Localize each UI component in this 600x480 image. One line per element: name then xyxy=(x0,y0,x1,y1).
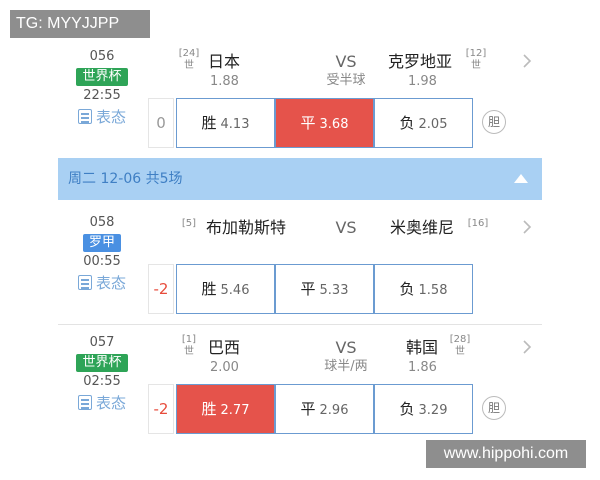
bet-win-button[interactable]: 胜 2.77 xyxy=(176,384,275,434)
league-badge: 世界杯 xyxy=(76,68,128,86)
away-rank: [12] 世 xyxy=(465,48,487,71)
away-rank: [28] 世 xyxy=(449,334,471,357)
teams-row: [5] 布加勒斯特 VS 米奥维尼 [16] xyxy=(176,210,542,260)
document-icon xyxy=(77,275,92,290)
biaotai-button[interactable]: 表态 xyxy=(68,106,136,128)
bet-lose-button[interactable]: 负 3.29 xyxy=(374,384,473,434)
away-team-odds: 1.86 xyxy=(408,360,437,375)
chevron-right-icon[interactable] xyxy=(520,54,534,68)
biaotai-button[interactable]: 表态 xyxy=(68,272,136,294)
match-code: 057 xyxy=(89,335,115,350)
away-team-name[interactable]: 克罗地亚 xyxy=(388,52,452,72)
home-team-name[interactable]: 日本 xyxy=(208,52,240,72)
home-team-odds: 1.88 xyxy=(210,74,239,89)
bet-win-button[interactable]: 胜 4.13 xyxy=(176,98,275,148)
home-rank: [1] 世 xyxy=(181,334,197,357)
biaotai-label: 表态 xyxy=(95,274,126,292)
home-rank: [5] xyxy=(181,218,197,229)
vs-label: VS xyxy=(335,52,357,71)
match-card[interactable]: 056 世界杯 22:55 表态 [24] 世 日本 1.88 VS 受半球 克罗… xyxy=(58,44,542,152)
bet-draw-button[interactable]: 平 2.96 xyxy=(275,384,374,434)
biaotai-label: 表态 xyxy=(95,394,126,412)
biaotai-button[interactable]: 表态 xyxy=(68,392,136,414)
bet-lose-button[interactable]: 负 1.58 xyxy=(374,264,473,314)
collapse-triangle-icon[interactable] xyxy=(514,174,528,183)
match-meta: 057 世界杯 02:55 表态 xyxy=(68,334,136,414)
handicap-value: 0 xyxy=(148,98,174,148)
match-card[interactable]: 057 世界杯 02:55 表态 [1] 世 巴西 2.00 VS 球半/两 韩国… xyxy=(58,330,542,440)
home-team-odds: 2.00 xyxy=(210,360,239,375)
away-team-name[interactable]: 米奥维尼 xyxy=(390,218,454,238)
divider xyxy=(58,324,542,325)
teams-row: [24] 世 日本 1.88 VS 受半球 克罗地亚 1.98 [12] 世 xyxy=(176,44,542,94)
teams-row: [1] 世 巴西 2.00 VS 球半/两 韩国 1.86 [28] 世 xyxy=(176,330,542,380)
match-code: 056 xyxy=(89,49,115,64)
biaotai-label: 表态 xyxy=(95,108,126,126)
handicap-value: -2 xyxy=(148,264,174,314)
match-card[interactable]: 058 罗甲 00:55 表态 [5] 布加勒斯特 VS 米奥维尼 [16] -… xyxy=(58,210,542,320)
away-team-name[interactable]: 韩国 xyxy=(406,338,438,358)
away-team-odds: 1.98 xyxy=(408,74,437,89)
watermark-top-left: TG: MYYJJPP xyxy=(10,10,150,38)
dan-toggle[interactable]: 胆 xyxy=(482,396,506,420)
bet-lose-button[interactable]: 负 2.05 xyxy=(374,98,473,148)
handicap-desc: 球半/两 xyxy=(324,359,368,374)
away-rank: [16] xyxy=(467,218,489,229)
match-time: 02:55 xyxy=(83,374,121,389)
bet-win-button[interactable]: 胜 5.46 xyxy=(176,264,275,314)
vs-label: VS xyxy=(335,218,357,237)
match-meta: 056 世界杯 22:55 表态 xyxy=(68,48,136,128)
bet-draw-button[interactable]: 平 3.68 xyxy=(275,98,374,148)
handicap-desc: 受半球 xyxy=(326,73,366,88)
home-team-name[interactable]: 布加勒斯特 xyxy=(206,218,286,238)
home-team-name[interactable]: 巴西 xyxy=(208,338,240,358)
league-badge: 罗甲 xyxy=(82,234,121,252)
chevron-right-icon[interactable] xyxy=(520,340,534,354)
watermark-bottom-right: www.hippohi.com xyxy=(426,440,586,468)
dan-toggle[interactable]: 胆 xyxy=(482,110,506,134)
day-header[interactable]: 周二 12-06 共5场 xyxy=(58,158,542,200)
vs-label: VS xyxy=(335,338,357,357)
match-code: 058 xyxy=(89,215,115,230)
match-meta: 058 罗甲 00:55 表态 xyxy=(68,214,136,294)
home-rank: [24] 世 xyxy=(178,48,200,71)
match-time: 00:55 xyxy=(83,254,121,269)
chevron-right-icon[interactable] xyxy=(520,220,534,234)
match-time: 22:55 xyxy=(83,88,121,103)
day-header-label: 周二 12-06 共5场 xyxy=(68,171,183,187)
bet-draw-button[interactable]: 平 5.33 xyxy=(275,264,374,314)
document-icon xyxy=(77,109,92,124)
handicap-value: -2 xyxy=(148,384,174,434)
league-badge: 世界杯 xyxy=(76,354,128,372)
document-icon xyxy=(77,395,92,410)
